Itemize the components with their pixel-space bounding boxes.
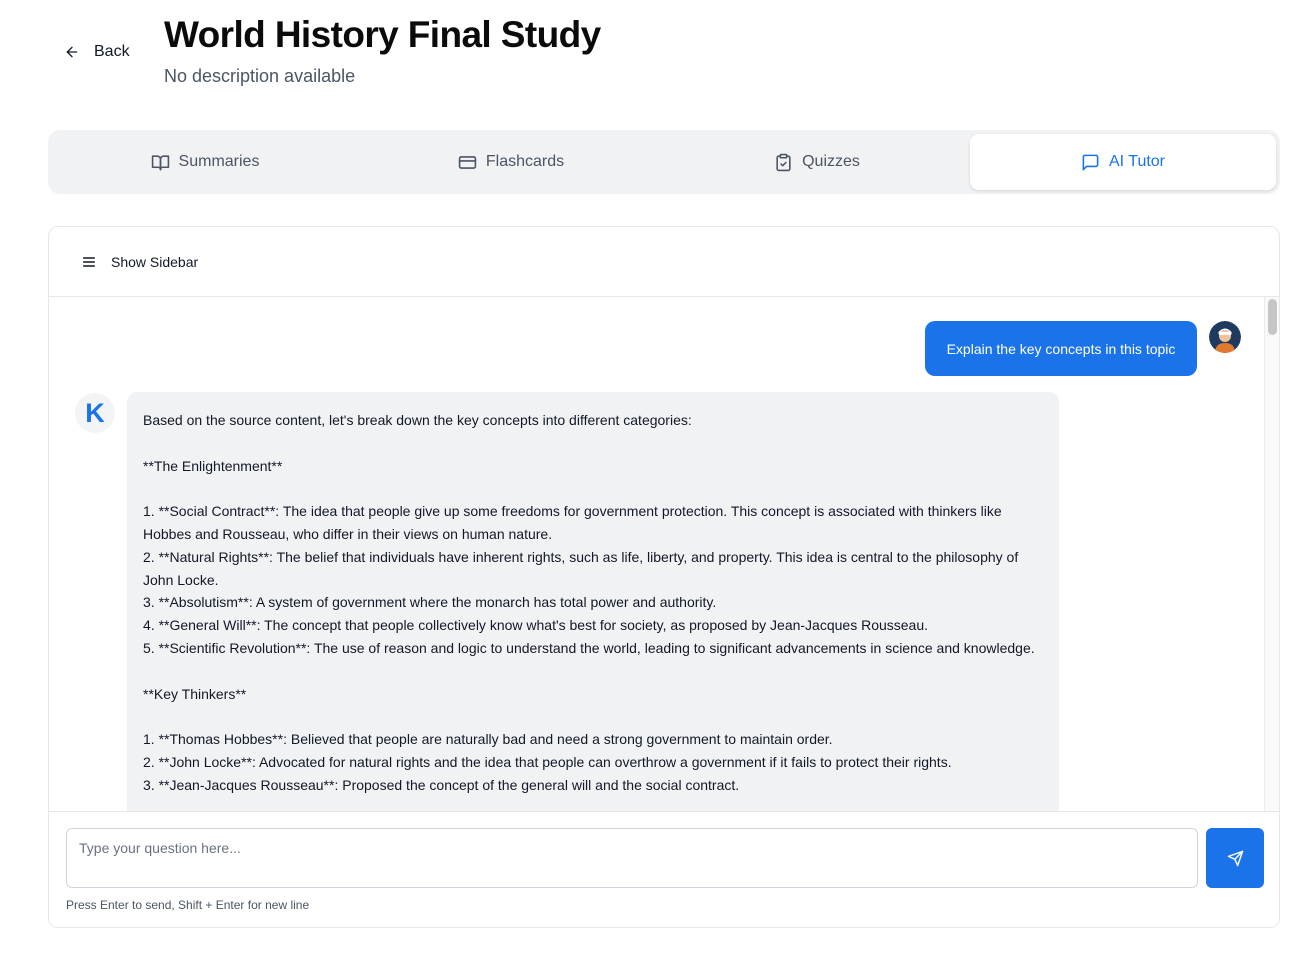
user-avatar-icon: [1209, 321, 1241, 353]
page-title: World History Final Study: [164, 14, 601, 55]
book-open-icon: [151, 154, 169, 170]
ai-avatar-letter: K: [85, 397, 105, 428]
send-button[interactable]: [1206, 828, 1264, 888]
user-avatar: [1209, 321, 1241, 353]
tab-bar: Summaries Flashcards Quizzes AI Tutor: [48, 130, 1280, 194]
scrollbar-thumb[interactable]: [1268, 299, 1277, 335]
send-icon: [1227, 850, 1243, 866]
show-sidebar-label: Show Sidebar: [111, 254, 199, 270]
arrow-left-icon: [66, 46, 78, 58]
credit-card-icon: [458, 155, 477, 169]
tab-label: Summaries: [178, 153, 260, 170]
menu-icon: [82, 257, 96, 267]
user-message: Explain the key concepts in this topic: [925, 321, 1197, 376]
chat-panel: Show Sidebar Explain the key concepts in…: [48, 226, 1280, 928]
ai-avatar: K: [75, 393, 115, 433]
page-description: No description available: [164, 66, 356, 86]
back-button[interactable]: Back: [56, 34, 138, 70]
chat-input-area: Press Enter to send, Shift + Enter for n…: [49, 811, 1279, 927]
input-hint: Press Enter to send, Shift + Enter for n…: [66, 898, 310, 912]
tab-label: Flashcards: [485, 153, 565, 170]
ai-message: Based on the source content, let's break…: [127, 392, 1059, 811]
message-scrollbar[interactable]: [1264, 297, 1279, 811]
tab-quizzes[interactable]: Quizzes: [664, 134, 970, 190]
tab-flashcards[interactable]: Flashcards: [358, 134, 664, 190]
tab-summaries[interactable]: Summaries: [52, 134, 358, 190]
tab-label: Quizzes: [802, 153, 860, 170]
message-square-icon: [1082, 154, 1099, 170]
clipboard-check-icon: [776, 153, 791, 171]
tab-label: AI Tutor: [1108, 153, 1166, 170]
tab-ai-tutor[interactable]: AI Tutor: [970, 134, 1276, 190]
chat-header: Show Sidebar: [49, 227, 1279, 297]
show-sidebar-button[interactable]: Show Sidebar: [81, 247, 198, 277]
question-input[interactable]: [66, 828, 1198, 888]
back-label: Back: [94, 43, 130, 60]
message-list[interactable]: Explain the key concepts in this topic K…: [49, 297, 1263, 811]
